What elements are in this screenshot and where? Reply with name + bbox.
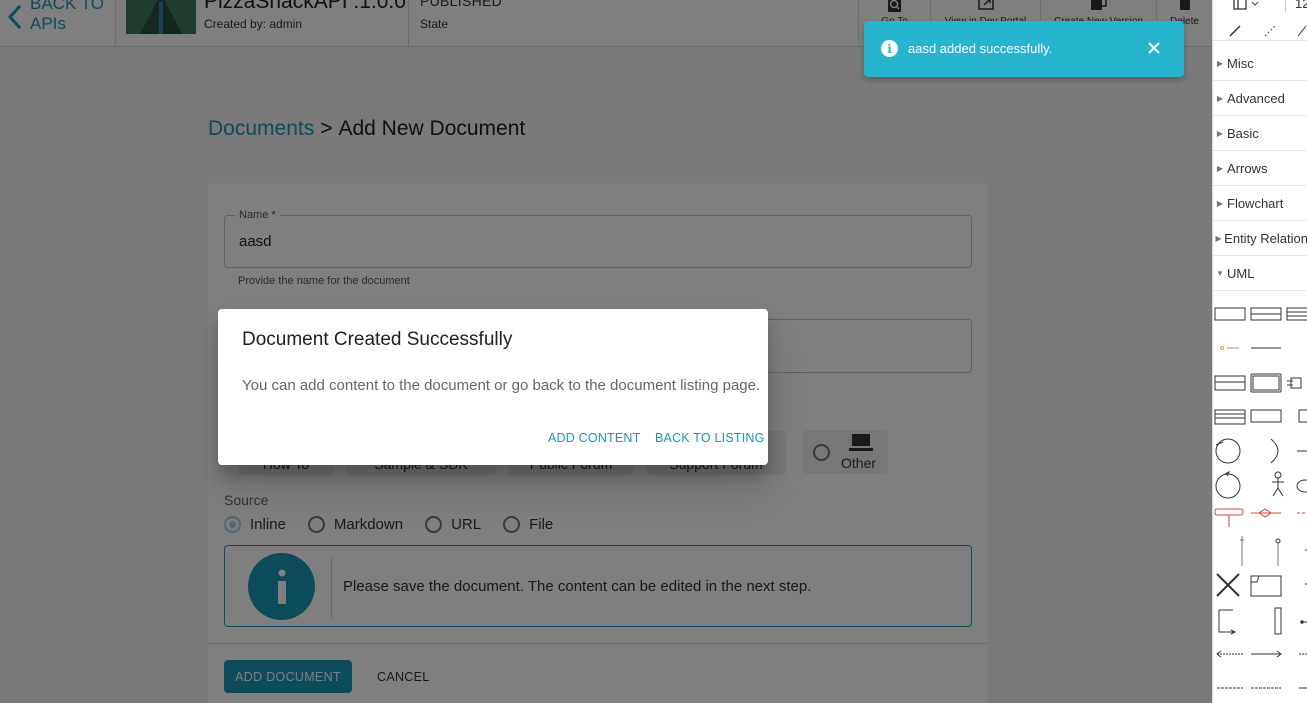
- shape-library-panel: 12 ▶ Misc ▶ Advanced ▶ Basic ▶ Arrows ▶ …: [1212, 0, 1307, 703]
- category-advanced[interactable]: ▶ Advanced: [1213, 81, 1307, 116]
- close-icon[interactable]: [1144, 38, 1164, 58]
- caret-down-icon: ▼: [1216, 268, 1224, 278]
- category-entity-relation[interactable]: ▶ Entity Relation: [1213, 221, 1307, 256]
- font-size-value[interactable]: 12: [1295, 0, 1307, 11]
- panel-toolbar: 12: [1213, 0, 1307, 20]
- caret-right-icon: ▶: [1216, 198, 1224, 208]
- category-flowchart[interactable]: ▶ Flowchart: [1213, 186, 1307, 221]
- caret-right-icon: ▶: [1216, 128, 1224, 138]
- uml-shape-grid[interactable]: [1213, 292, 1307, 703]
- toast-message: aasd added successfully.: [908, 41, 1053, 56]
- category-uml[interactable]: ▼ UML: [1213, 256, 1307, 291]
- layout-icon[interactable]: [1233, 0, 1263, 16]
- line-shapes-row: [1213, 20, 1307, 41]
- back-to-listing-button[interactable]: BACK TO LISTING: [655, 431, 765, 445]
- publisher-app: BACK TO APIs PizzaShackAPI :1.0.0 Create…: [0, 0, 1212, 703]
- add-content-button[interactable]: ADD CONTENT: [548, 431, 640, 445]
- caret-right-icon: ▶: [1216, 58, 1224, 68]
- category-misc[interactable]: ▶ Misc: [1213, 46, 1307, 81]
- dialog-message: You can add content to the document or g…: [242, 377, 761, 394]
- caret-right-icon: ▶: [1215, 233, 1222, 243]
- info-icon: i: [881, 40, 898, 57]
- caret-right-icon: ▶: [1216, 93, 1224, 103]
- caret-right-icon: ▶: [1216, 163, 1224, 173]
- success-toast: i aasd added successfully.: [864, 21, 1184, 77]
- category-arrows[interactable]: ▶ Arrows: [1213, 151, 1307, 186]
- category-basic[interactable]: ▶ Basic: [1213, 116, 1307, 151]
- document-created-dialog: Document Created Successfully You can ad…: [218, 309, 768, 465]
- dialog-title: Document Created Successfully: [242, 329, 513, 350]
- divider: [1285, 0, 1286, 12]
